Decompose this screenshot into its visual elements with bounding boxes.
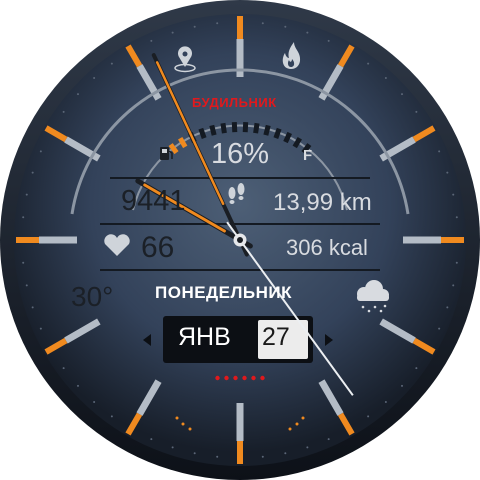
fuel-full-marker: F [303, 147, 313, 164]
minute-dot [193, 25, 196, 28]
minute-dot [306, 31, 309, 34]
minute-dot [384, 401, 387, 404]
date-label: 27 [262, 323, 290, 351]
minute-dot [455, 216, 458, 219]
minute-dot [438, 327, 441, 330]
minute-dot [76, 384, 79, 387]
month-label: ЯНВ [178, 323, 231, 351]
minute-dot [415, 367, 418, 370]
fuel-gauge-segment [220, 122, 227, 134]
minute-dot [401, 384, 404, 387]
minute-dot [93, 76, 96, 79]
minute-dot [284, 25, 287, 28]
watch-face [0, 0, 480, 480]
minute-dot [25, 284, 28, 287]
minute-dot [327, 438, 330, 441]
minute-dot [216, 455, 219, 458]
minute-dot [93, 401, 96, 404]
minute-dot [446, 171, 449, 174]
fuel-gauge-segment [273, 127, 282, 139]
minute-dot [150, 39, 153, 42]
minute-dot [415, 110, 418, 113]
fuel-gauge-segment [253, 122, 260, 134]
alarm-label[interactable]: БУДИЛЬНИК [192, 96, 277, 109]
fuel-gauge-segment [263, 124, 271, 136]
minute-dot [193, 452, 196, 455]
minute-dot [110, 62, 113, 65]
minute-dot [62, 110, 65, 113]
minute-dot [327, 39, 330, 42]
weekday-label: ПОНЕДЕЛЬНИК [155, 283, 293, 302]
minute-dot [261, 455, 264, 458]
page-dot[interactable] [251, 375, 256, 381]
fuel-gauge-segment [198, 127, 207, 139]
minute-dot [31, 306, 34, 309]
page-dot[interactable] [242, 375, 247, 381]
minute-dot [25, 193, 28, 196]
minute-dot [22, 216, 25, 219]
minute-dot [367, 62, 370, 65]
minute-dot [455, 261, 458, 264]
minute-dot [284, 452, 287, 455]
minute-dot [384, 76, 387, 79]
fuel-value: 16% [211, 138, 270, 170]
minute-dot [216, 22, 219, 25]
heart-rate-value: 66 [141, 231, 175, 264]
page-dot[interactable] [215, 375, 220, 381]
minute-dot [31, 171, 34, 174]
minute-dot [401, 93, 404, 96]
minute-dot [150, 438, 153, 441]
minute-dot [39, 150, 42, 153]
minute-dot [171, 31, 174, 34]
minute-dot [446, 306, 449, 309]
minute-dot [171, 446, 174, 449]
minute-dot [438, 150, 441, 153]
step-count: 9441 [121, 185, 186, 217]
minute-dot [22, 261, 25, 264]
minute-dot [306, 446, 309, 449]
page-dot[interactable] [224, 375, 229, 381]
minute-dot [62, 367, 65, 370]
minute-dot [452, 284, 455, 287]
page-dot[interactable] [233, 375, 238, 381]
minute-dot [367, 415, 370, 418]
fuel-gauge-segment [209, 124, 217, 136]
minute-dot [110, 415, 113, 418]
page-dot[interactable] [260, 375, 265, 381]
distance-value: 13,99 km [273, 189, 372, 216]
minute-dot [452, 193, 455, 196]
minute-dot [39, 327, 42, 330]
calories-value: 306 kcal [286, 235, 368, 260]
temperature-value: 30° [71, 281, 114, 312]
minute-dot [76, 93, 79, 96]
minute-dot [261, 22, 264, 25]
